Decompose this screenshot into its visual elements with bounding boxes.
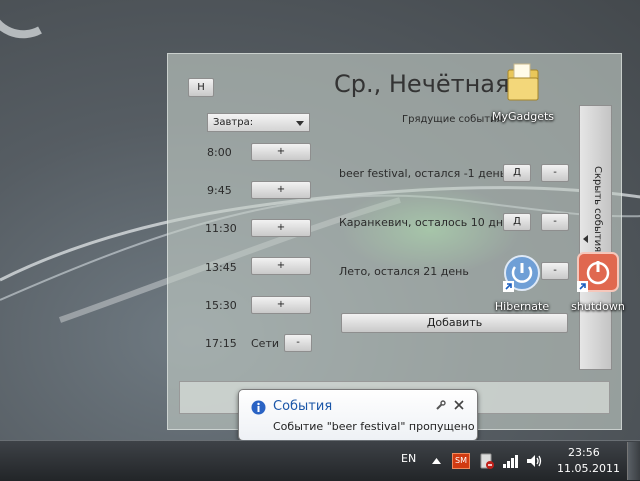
schedule-time: 15:30: [205, 299, 237, 312]
event-remove-button[interactable]: -: [541, 164, 569, 182]
remove-lesson-button[interactable]: -: [284, 334, 312, 352]
volume-icon[interactable]: [526, 453, 542, 469]
add-lesson-button[interactable]: +: [251, 181, 311, 199]
clock-time[interactable]: 23:56: [568, 446, 600, 459]
event-text: beer festival, остался -1 день: [339, 167, 507, 180]
schedule-time: 11:30: [205, 222, 237, 235]
desktop-icon-shutdown[interactable]: shutdown: [568, 252, 628, 314]
close-icon[interactable]: [454, 400, 464, 410]
notification-message: Событие "beer festival" пропущено: [273, 420, 475, 433]
safely-remove-hardware-icon[interactable]: [478, 453, 494, 470]
event-details-button[interactable]: Д: [503, 164, 531, 182]
lesson-label: Сети: [251, 337, 280, 350]
desktop-icon-hibernate[interactable]: Hibernate: [494, 254, 550, 314]
network-signal-icon[interactable]: [502, 454, 520, 468]
collapse-arrow-icon: [583, 235, 588, 243]
taskbar: EN SM 23:56 11.05.2011: [0, 440, 640, 481]
event-remove-button[interactable]: -: [541, 213, 569, 231]
chevron-down-icon: [296, 121, 304, 126]
schedule-time: 13:45: [205, 261, 237, 274]
event-text: Лето, остался 21 день: [339, 265, 469, 278]
show-desktop-button[interactable]: [627, 442, 640, 480]
show-hidden-icons-icon[interactable]: [432, 457, 441, 464]
desktop-icon-label: Hibernate: [494, 300, 550, 313]
notification-title: События: [273, 399, 333, 414]
hide-events-label: Скрыть события: [592, 166, 603, 253]
hide-events-button[interactable]: Скрыть события: [579, 105, 612, 370]
schedule-time: 17:15: [205, 337, 237, 350]
desktop-icon-label: shutdown: [571, 300, 625, 313]
clock-date[interactable]: 11.05.2011: [557, 462, 620, 475]
schedule-time: 8:00: [207, 146, 232, 159]
notification-balloon[interactable]: События Событие "beer festival" пропущен…: [238, 389, 478, 449]
events-header: Грядущие события:: [402, 114, 506, 125]
schedule-tray-icon[interactable]: SM: [452, 453, 470, 469]
day-select-value: Завтра:: [213, 117, 254, 128]
schedule-time: 9:45: [207, 184, 232, 197]
add-lesson-button[interactable]: +: [251, 257, 311, 275]
desktop-icon-mygadgets[interactable]: MyGadgets: [492, 60, 554, 126]
week-parity-button[interactable]: Н: [188, 78, 214, 97]
add-lesson-button[interactable]: +: [251, 143, 311, 161]
add-event-button[interactable]: Добавить: [341, 313, 568, 333]
event-text: Каранкевич, осталось 10 дней: [339, 216, 517, 229]
language-indicator[interactable]: EN: [401, 452, 416, 465]
desktop-icon-label: MyGadgets: [492, 110, 555, 123]
event-details-button[interactable]: Д: [503, 213, 531, 231]
shortcut-arrow-icon: [503, 281, 514, 292]
add-lesson-button[interactable]: +: [251, 296, 311, 314]
shortcut-arrow-icon: [577, 281, 588, 292]
add-lesson-button[interactable]: +: [251, 219, 311, 237]
folder-icon: [507, 63, 539, 101]
day-select[interactable]: Завтра:: [207, 113, 310, 132]
date-title: Ср., Нечётная: [334, 70, 510, 98]
info-icon: [251, 400, 266, 415]
settings-wrench-icon[interactable]: [435, 400, 446, 411]
